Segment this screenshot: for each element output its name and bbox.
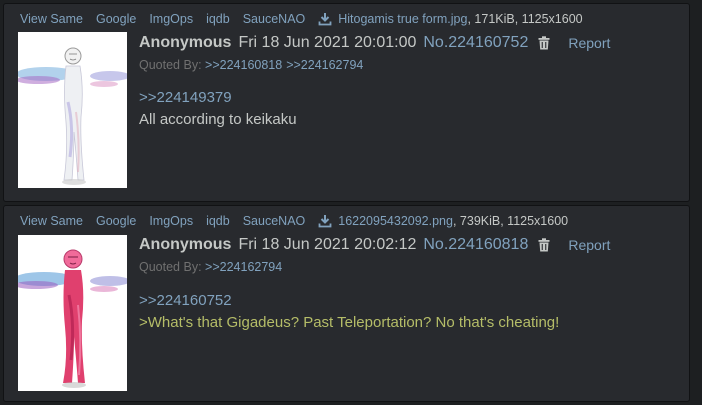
file-meta: , 171KiB, 1125x1600 xyxy=(467,12,583,26)
post-thumbnail[interactable] xyxy=(18,32,127,188)
download-icon[interactable] xyxy=(318,214,332,228)
poster-name: Anonymous xyxy=(139,236,232,253)
post-thumbnail[interactable] xyxy=(18,235,127,391)
report-link[interactable]: Report xyxy=(568,35,610,51)
trash-icon[interactable] xyxy=(538,36,550,50)
saucenao-link[interactable]: SauceNAO xyxy=(243,12,306,26)
greentext-line: >What's that Gigadeus? Past Teleportatio… xyxy=(139,314,560,331)
google-search-link[interactable]: Google xyxy=(96,12,136,26)
quoted-by: Quoted By: >>224162794 xyxy=(139,260,286,274)
trash-icon[interactable] xyxy=(538,238,550,252)
iqdb-link[interactable]: iqdb xyxy=(206,214,230,228)
google-search-link[interactable]: Google xyxy=(96,214,136,228)
quoted-by-label: Quoted By: xyxy=(139,260,202,274)
post-date: Fri 18 Jun 2021 20:02:12 xyxy=(238,236,417,253)
imgops-link[interactable]: ImgOps xyxy=(149,12,193,26)
file-meta: , 739KiB, 1125x1600 xyxy=(452,214,569,228)
post-number-link[interactable]: No.224160752 xyxy=(423,34,528,52)
post-date: Fri 18 Jun 2021 20:01:00 xyxy=(238,34,417,51)
quoted-by: Quoted By: >>224160818 >>224162794 xyxy=(139,58,367,72)
iqdb-link[interactable]: iqdb xyxy=(206,12,230,26)
view-same-link[interactable]: View Same xyxy=(20,12,83,26)
post-message: >>224149379 All according to keikaku xyxy=(139,87,297,131)
saucenao-link[interactable]: SauceNAO xyxy=(243,214,306,228)
thread-page: View Same Google ImgOps iqdb SauceNAO Hi… xyxy=(0,0,702,405)
file-name-link[interactable]: 1622095432092.png xyxy=(338,214,453,228)
post-number-link[interactable]: No.224160818 xyxy=(423,236,528,254)
file-info-bar: View Same Google ImgOps iqdb SauceNAO Hi… xyxy=(20,11,583,27)
poster-name: Anonymous xyxy=(139,34,232,51)
view-same-link[interactable]: View Same xyxy=(20,214,83,228)
post-224160818: View Same Google ImgOps iqdb SauceNAO 16… xyxy=(3,205,690,402)
quote-backlink[interactable]: >>224162794 xyxy=(205,260,282,274)
quoted-by-label: Quoted By: xyxy=(139,58,202,72)
reply-quote-link[interactable]: >>224160752 xyxy=(139,290,559,312)
file-info-bar: View Same Google ImgOps iqdb SauceNAO 16… xyxy=(20,213,568,229)
download-icon[interactable] xyxy=(318,12,332,26)
post-message: >>224160752 >What's that Gigadeus? Past … xyxy=(139,290,559,334)
quote-backlink[interactable]: >>224160818 xyxy=(205,58,282,72)
reply-quote-link[interactable]: >>224149379 xyxy=(139,87,297,109)
quote-backlink[interactable]: >>224162794 xyxy=(286,58,363,72)
report-link[interactable]: Report xyxy=(568,237,610,253)
post-header: Anonymous Fri 18 Jun 2021 20:02:12 No.22… xyxy=(139,236,610,254)
imgops-link[interactable]: ImgOps xyxy=(149,214,193,228)
post-224160752: View Same Google ImgOps iqdb SauceNAO Hi… xyxy=(3,3,690,202)
message-text: All according to keikaku xyxy=(139,111,297,128)
file-name-link[interactable]: Hitogamis true form.jpg xyxy=(338,12,467,26)
post-header: Anonymous Fri 18 Jun 2021 20:01:00 No.22… xyxy=(139,34,610,52)
